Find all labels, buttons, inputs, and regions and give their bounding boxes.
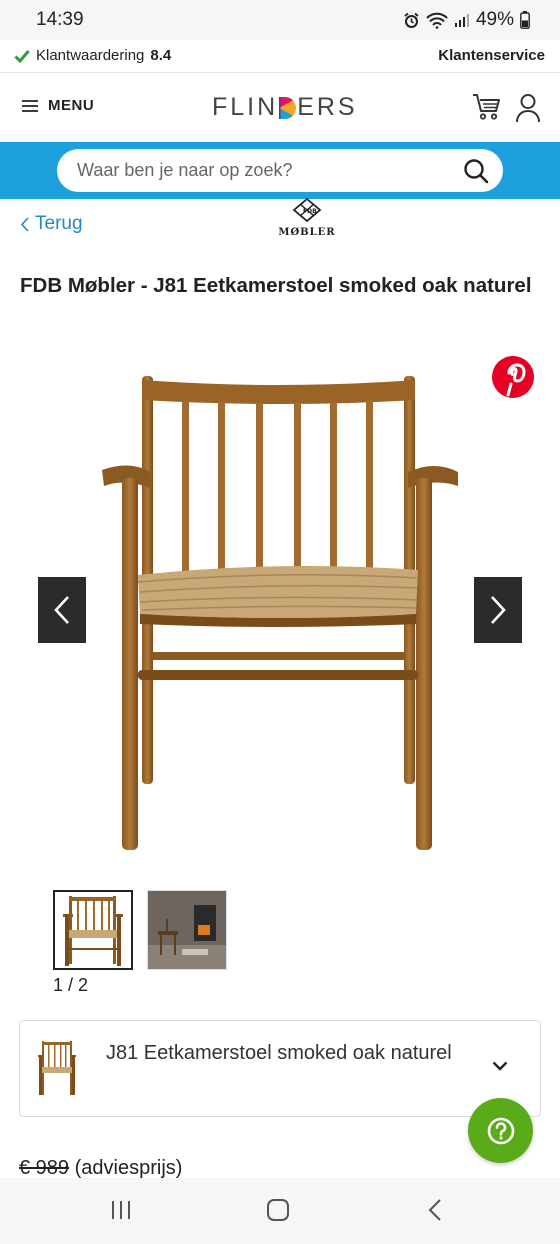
pinterest-icon bbox=[506, 363, 526, 397]
chevron-down-icon bbox=[492, 1061, 508, 1071]
variant-thumbnail bbox=[38, 1041, 76, 1095]
variant-label: J81 Eetkamerstoel smoked oak naturel bbox=[106, 1042, 452, 1064]
home-icon[interactable] bbox=[266, 1198, 290, 1222]
search-input[interactable] bbox=[77, 149, 447, 192]
menu-label: MENU bbox=[48, 97, 95, 114]
flinders-logo[interactable]: FLIN ERS bbox=[212, 93, 358, 122]
account-button[interactable] bbox=[515, 93, 541, 128]
help-button[interactable] bbox=[468, 1098, 533, 1163]
search-band bbox=[0, 142, 560, 199]
back-link[interactable]: Terug bbox=[20, 213, 83, 235]
variant-selector[interactable]: J81 Eetkamerstoel smoked oak naturel bbox=[19, 1020, 541, 1117]
cart-icon bbox=[473, 94, 500, 120]
search-box bbox=[57, 149, 503, 192]
gallery-thumbnail-1[interactable] bbox=[53, 890, 133, 970]
gallery-thumbnail-2[interactable] bbox=[147, 890, 227, 970]
recent-apps-icon[interactable] bbox=[110, 1198, 132, 1222]
brand-mark: FDB bbox=[303, 208, 317, 215]
gallery-counter: 1 / 2 bbox=[53, 975, 89, 995]
product-title: FDB Møbler - J81 Eetkamerstoel smoked oa… bbox=[20, 274, 532, 297]
menu-button[interactable]: MENU bbox=[22, 97, 94, 114]
pinterest-button[interactable] bbox=[492, 356, 534, 398]
price-note: (adviesprijs) bbox=[74, 1157, 183, 1179]
signal-icon bbox=[454, 14, 469, 27]
battery-icon bbox=[520, 11, 530, 29]
gallery-prev-button[interactable] bbox=[38, 577, 86, 643]
chevron-left-icon bbox=[54, 596, 69, 624]
help-icon bbox=[487, 1117, 514, 1144]
user-icon bbox=[516, 94, 540, 123]
back-label: Terug bbox=[35, 213, 83, 234]
wifi-icon bbox=[426, 12, 448, 29]
logo-text-end: ERS bbox=[297, 93, 358, 121]
logo-d-mark bbox=[277, 96, 297, 119]
chevron-right-icon bbox=[491, 596, 506, 624]
thumbnail-chair-image bbox=[63, 896, 123, 966]
search-button[interactable] bbox=[463, 158, 489, 189]
status-bar: 14:39 49% bbox=[0, 0, 560, 40]
brand-logo[interactable]: FDB MØBLER bbox=[274, 197, 340, 238]
brand-name: MØBLER bbox=[278, 227, 336, 238]
rating-score: 8.4 bbox=[150, 47, 172, 64]
check-icon bbox=[14, 49, 30, 63]
status-time: 14:39 bbox=[36, 9, 84, 30]
alarm-icon bbox=[404, 12, 419, 28]
system-navigation-bar bbox=[0, 1178, 560, 1244]
back-icon[interactable] bbox=[427, 1198, 443, 1222]
rating-bar: Klantwaardering 8.4 Klantenservice bbox=[0, 40, 560, 73]
site-header: MENU FLIN ERS bbox=[0, 73, 560, 142]
brand-emblem: FDB bbox=[292, 197, 322, 223]
customer-rating: Klantwaardering 8.4 bbox=[14, 47, 171, 64]
search-icon bbox=[464, 159, 489, 184]
cart-button[interactable] bbox=[472, 93, 502, 126]
old-price: € 989 bbox=[19, 1157, 70, 1179]
chevron-left-icon bbox=[20, 216, 29, 232]
logo-text-start: FLIN bbox=[212, 93, 279, 121]
menu-icon bbox=[22, 99, 38, 112]
product-image bbox=[102, 376, 458, 850]
rating-label: Klantwaardering bbox=[36, 47, 145, 64]
gallery-next-button[interactable] bbox=[474, 577, 522, 643]
battery-percentage: 49% bbox=[475, 9, 514, 30]
customer-service-link[interactable]: Klantenservice bbox=[438, 47, 545, 64]
thumbnail-room-image bbox=[148, 891, 226, 969]
price-block: € 989 (adviesprijs) bbox=[19, 1157, 182, 1180]
status-icons: 49% bbox=[403, 9, 530, 31]
